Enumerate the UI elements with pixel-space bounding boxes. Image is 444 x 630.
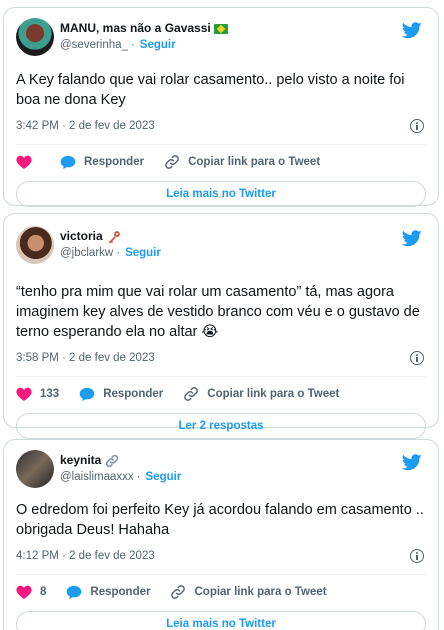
follow-button[interactable]: Seguir — [140, 37, 176, 54]
action-bar: Responder Copiar link para o Tweet — [16, 145, 426, 179]
author-info: victoria @jbclarkw · Seguir — [60, 228, 161, 262]
tweet-text: A Key falando que vai rolar casamento.. … — [16, 72, 405, 108]
key-icon — [108, 230, 120, 243]
author-info: keynita @laislimaaxxx · Seguir — [60, 452, 181, 486]
reply-label: Responder — [90, 586, 151, 598]
tweet-meta: 3:58 PM · 2 de fev de 2023 — [16, 348, 426, 368]
info-icon[interactable] — [410, 549, 424, 563]
twitter-bird-icon[interactable] — [402, 22, 422, 39]
handle-row: @jbclarkw · Seguir — [60, 245, 161, 262]
reply-bubble-icon — [60, 155, 76, 169]
link-emoji-icon — [106, 454, 119, 467]
name-row: victoria — [60, 228, 161, 245]
handle-row: @severinha_ · Seguir — [60, 37, 228, 54]
tweet-header: MANU, mas não a Gavassi @severinha_ · Se… — [16, 12, 426, 62]
timestamp[interactable]: 4:12 PM · 2 de fev de 2023 — [16, 550, 155, 562]
action-bar: 8 Responder Copiar link para o Tweet — [16, 575, 426, 609]
like-button[interactable] — [16, 155, 40, 169]
tweet-header: keynita @laislimaaxxx · Seguir — [16, 444, 426, 494]
author-handle[interactable]: @jbclarkw — [60, 245, 113, 262]
reply-button[interactable]: Responder — [66, 585, 150, 600]
reply-bubble-icon — [79, 387, 95, 401]
reply-button[interactable]: Responder — [60, 155, 144, 170]
link-icon — [171, 585, 186, 599]
twitter-bird-icon[interactable] — [402, 230, 422, 247]
read-replies-button[interactable]: Ler 2 respostas — [16, 413, 426, 439]
brazil-flag-icon — [213, 23, 228, 34]
info-icon[interactable] — [410, 351, 424, 365]
copy-link-label: Copiar link para o Tweet — [194, 586, 327, 598]
author-handle[interactable]: @severinha_ — [60, 37, 128, 54]
like-button[interactable]: 133 — [16, 387, 59, 401]
tweet-header: victoria @jbclarkw · Seguir — [16, 220, 426, 270]
action-bar: 133 Responder Copiar link para o Tweet — [16, 377, 426, 411]
reply-button[interactable]: Responder — [79, 387, 163, 402]
author-handle[interactable]: @laislimaaxxx — [60, 469, 134, 486]
tweet-card: keynita @laislimaaxxx · Seguir O edredom… — [3, 439, 439, 630]
tweet-meta: 4:12 PM · 2 de fev de 2023 — [16, 546, 426, 566]
reply-bubble-icon — [67, 585, 82, 599]
heart-icon — [16, 585, 32, 599]
author-name[interactable]: MANU, mas não a Gavassi — [60, 20, 211, 37]
copy-link-button[interactable]: Copiar link para o Tweet — [183, 386, 339, 402]
link-icon — [165, 155, 179, 169]
like-button[interactable]: 8 — [16, 585, 46, 599]
tweet-text: O edredom foi perfeito Key já acordou fa… — [16, 502, 424, 538]
timestamp[interactable]: 3:42 PM · 2 de fev de 2023 — [16, 120, 155, 132]
heart-icon — [16, 155, 32, 169]
copy-link-label: Copiar link para o Tweet — [188, 156, 321, 168]
link-icon — [184, 387, 199, 401]
avatar[interactable] — [16, 226, 54, 264]
heart-icon — [16, 387, 32, 401]
follow-button[interactable]: Seguir — [125, 245, 161, 262]
tweet-meta: 3:42 PM · 2 de fev de 2023 — [16, 116, 426, 136]
tweet-card: MANU, mas não a Gavassi @severinha_ · Se… — [3, 7, 439, 207]
info-icon[interactable] — [410, 119, 424, 133]
copy-link-button[interactable]: Copiar link para o Tweet — [164, 154, 320, 170]
avatar[interactable] — [16, 18, 54, 56]
avatar[interactable] — [16, 450, 54, 488]
separator: · — [116, 247, 121, 259]
author-name[interactable]: victoria — [60, 228, 103, 245]
copy-link-label: Copiar link para o Tweet — [207, 388, 340, 400]
name-row: MANU, mas não a Gavassi — [60, 20, 228, 37]
like-count: 8 — [40, 586, 47, 598]
author-name[interactable]: keynita — [60, 452, 101, 469]
timestamp[interactable]: 3:58 PM · 2 de fev de 2023 — [16, 352, 155, 364]
follow-button[interactable]: Seguir — [146, 469, 182, 486]
twitter-bird-icon[interactable] — [402, 454, 422, 471]
name-row: keynita — [60, 452, 181, 469]
handle-row: @laislimaaxxx · Seguir — [60, 469, 181, 486]
copy-link-button[interactable]: Copiar link para o Tweet — [170, 584, 327, 600]
reply-label: Responder — [84, 156, 145, 168]
tweet-card: victoria @jbclarkw · Seguir “tenho pra m… — [3, 213, 439, 439]
author-info: MANU, mas não a Gavassi @severinha_ · Se… — [60, 20, 228, 54]
read-more-button[interactable]: Leia mais no Twitter — [16, 611, 426, 630]
tweet-text: “tenho pra mim que vai rolar um casament… — [16, 284, 420, 340]
reply-label: Responder — [103, 388, 164, 400]
read-more-button[interactable]: Leia mais no Twitter — [16, 181, 426, 207]
separator: · — [130, 39, 135, 51]
separator: · — [136, 471, 141, 483]
like-count: 133 — [40, 388, 60, 400]
